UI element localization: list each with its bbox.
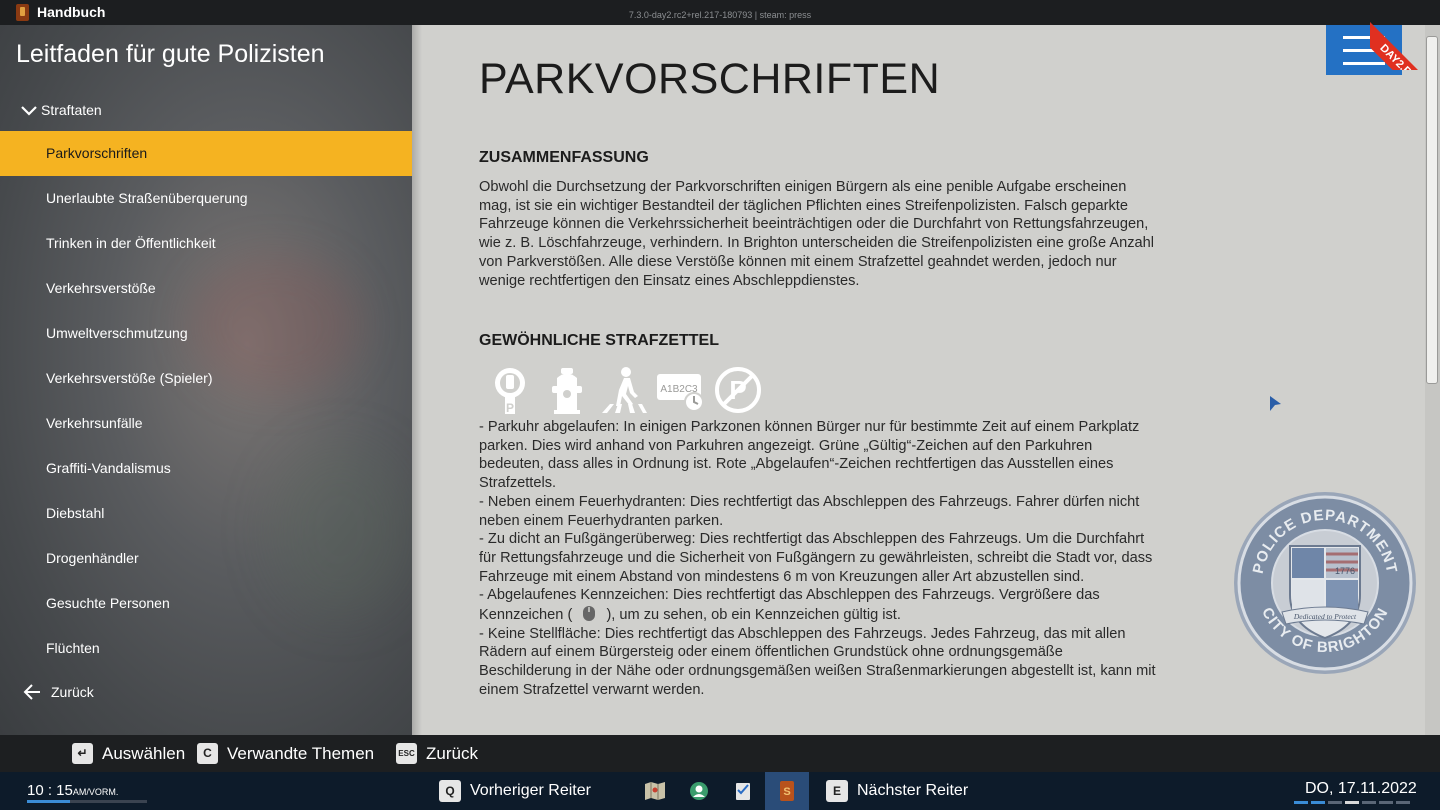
hint-related-label: Verwandte Themen: [227, 743, 375, 763]
handbook-tab-icon: S: [780, 781, 794, 801]
hint-back-label: Zurück: [426, 743, 478, 763]
svg-text:P: P: [506, 401, 514, 414]
ticket-icons: P A1B2C3: [485, 365, 770, 415]
rule-parking-meter: - Parkuhr abgelaufen: In einigen Parkzon…: [479, 419, 1140, 492]
menu-item-graffiti-vandalismus[interactable]: Graffiti-Vandalismus: [0, 446, 412, 491]
taskbar: 10 : 15AM/VORM. Q Vorheriger Reiter S E …: [0, 772, 1440, 810]
menu-item-gesuchte-personen[interactable]: Gesuchte Personen: [0, 581, 412, 626]
rule-no-stand: - Keine Stellfläche: Dies rechtfertigt d…: [479, 625, 1156, 698]
tab-profile[interactable]: [677, 772, 721, 810]
police-department-seal: POLICE DEPARTMENT CITY OF BRIGHTON 17 76…: [1234, 492, 1416, 674]
license-plate-icon: A1B2C3: [656, 365, 706, 415]
enter-key-icon: ↵: [72, 743, 93, 764]
svg-text:17: 17: [1335, 566, 1345, 576]
tab-handbook[interactable]: S: [765, 772, 809, 810]
clock-ampm: AM/VORM.: [72, 787, 119, 797]
menu-item-verkehrsverstoesse[interactable]: Verkehrsverstöße: [0, 266, 412, 311]
menu-item-trinken-in-der-oeffentlichkeit[interactable]: Trinken in der Öffentlichkeit: [0, 221, 412, 266]
game-clock: 10 : 15AM/VORM.: [27, 782, 118, 799]
page-title: PARKVORSCHRIFTEN: [479, 55, 941, 103]
hint-select[interactable]: ↵ Auswählen: [72, 743, 185, 764]
c-key-icon: C: [197, 743, 218, 764]
e-key-icon: E: [826, 780, 848, 802]
fire-hydrant-icon: [542, 365, 592, 415]
pedestrian-crossing-icon: [599, 365, 649, 415]
parking-meter-icon: P: [485, 365, 535, 415]
summary-heading: ZUSAMMENFASSUNG: [479, 149, 649, 166]
sidebar-back-button[interactable]: Zurück: [23, 682, 94, 702]
rule-expired-plate: - Abgelaufenes Kennzeichen: Dies rechtfe…: [479, 586, 1159, 624]
time-progress-bar: [27, 800, 147, 803]
menu-item-umweltverschmutzung[interactable]: Umweltverschmutzung: [0, 311, 412, 356]
sidebar-title: Leitfaden für gute Polizisten: [16, 40, 325, 68]
build-version: 7.3.0-day2.rc2+rel.217-180793 | steam: p…: [628, 10, 812, 20]
hint-related-topics[interactable]: C Verwandte Themen: [197, 743, 374, 764]
title-bar: Handbuch 7.3.0-day2.rc2+rel.217-180793 |…: [0, 0, 1440, 25]
topic-menu: Parkvorschriften Unerlaubte Straßenüberq…: [0, 131, 412, 671]
weekday-indicator: [1294, 801, 1413, 804]
build-ribbon-label: DAY2.RC2: [1370, 20, 1440, 70]
article-panel: PARKVORSCHRIFTEN ZUSAMMENFASSUNG Obwohl …: [412, 25, 1425, 735]
hint-bar: ↵ Auswählen C Verwandte Themen ESC Zurüc…: [0, 735, 1440, 772]
previous-tab-label: Vorheriger Reiter: [470, 782, 591, 799]
scrollbar-thumb[interactable]: [1426, 36, 1438, 384]
rule-expired-plate-text-end: ), um zu sehen, ob ein Kennzeichen gülti…: [606, 607, 901, 624]
previous-tab-button[interactable]: Q Vorheriger Reiter: [439, 780, 591, 802]
hint-back[interactable]: ESC Zurück: [396, 743, 478, 764]
app-tabs: S: [633, 772, 809, 810]
game-date: DO, 17.11.2022: [1305, 780, 1417, 797]
rule-fire-hydrant: - Neben einem Feuerhydranten: Dies recht…: [479, 493, 1140, 529]
next-tab-label: Nächster Reiter: [857, 782, 969, 799]
summary-text: Obwohl die Durchsetzung der Parkvorschri…: [479, 179, 1154, 289]
next-tab-button[interactable]: E Nächster Reiter: [826, 780, 968, 802]
menu-item-drogenhaendler[interactable]: Drogenhändler: [0, 536, 412, 581]
map-icon: [645, 782, 665, 800]
tab-map[interactable]: [633, 772, 677, 810]
svg-text:Dedicated to Protect: Dedicated to Protect: [1293, 612, 1357, 621]
menu-item-verkehrsunfaelle[interactable]: Verkehrsunfälle: [0, 401, 412, 446]
no-parking-icon: P: [713, 365, 763, 415]
category-straftaten[interactable]: Straftaten: [20, 100, 102, 120]
q-key-icon: Q: [439, 780, 461, 802]
chevron-down-icon: [21, 106, 37, 116]
svg-text:S: S: [783, 786, 790, 798]
rule-pedestrian-crossing: - Zu dicht an Fußgängerüberweg: Dies rec…: [479, 531, 1153, 585]
category-label: Straftaten: [41, 102, 102, 118]
esc-key-icon: ESC: [396, 743, 417, 764]
build-ribbon: DAY2.RC2: [1370, 0, 1440, 70]
mouse-icon: [583, 606, 596, 622]
profile-icon: [690, 782, 708, 800]
menu-item-unerlaubte-strassenueberquerung[interactable]: Unerlaubte Straßenüberquerung: [0, 176, 412, 221]
clock-time: 10 : 15: [27, 782, 73, 799]
tickets-heading: GEWÖHNLICHE STRAFZETTEL: [479, 332, 719, 349]
menu-item-diebstahl[interactable]: Diebstahl: [0, 491, 412, 536]
menu-item-fluechten[interactable]: Flüchten: [0, 626, 412, 671]
menu-item-verkehrsverstoesse-spieler[interactable]: Verkehrsverstöße (Spieler): [0, 356, 412, 401]
arrow-left-icon: [23, 684, 40, 700]
hint-select-label: Auswählen: [102, 743, 186, 763]
menu-item-parkvorschriften[interactable]: Parkvorschriften: [0, 131, 412, 176]
back-label: Zurück: [51, 684, 94, 700]
tab-checklist[interactable]: [721, 772, 765, 810]
ticket-rules: - Parkuhr abgelaufen: In einigen Parkzon…: [479, 418, 1159, 700]
svg-text:76: 76: [1345, 566, 1355, 576]
mouse-cursor-icon: [1270, 396, 1281, 411]
sidebar: Leitfaden für gute Polizisten Straftaten…: [0, 25, 412, 735]
checklist-icon: [736, 783, 750, 800]
